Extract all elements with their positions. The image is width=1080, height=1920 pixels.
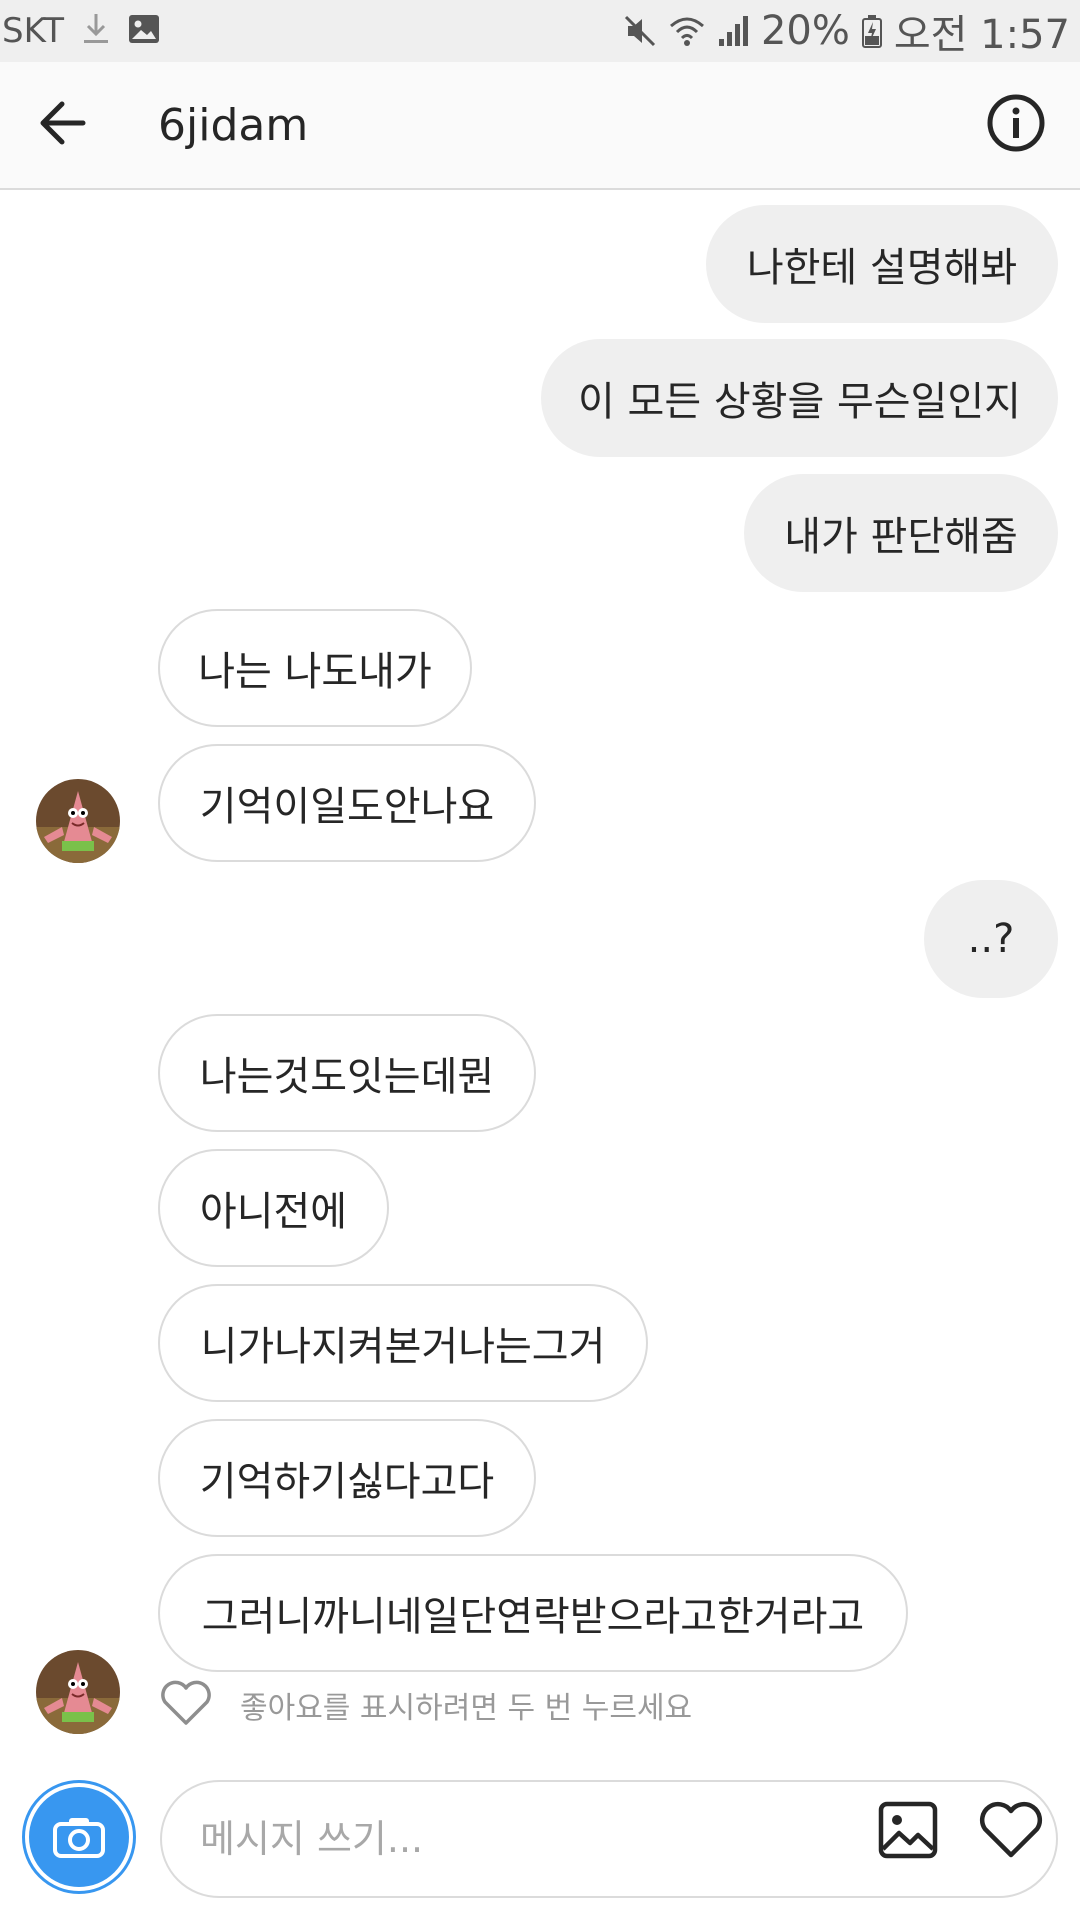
chat-header: 6jidam <box>0 62 1080 190</box>
back-arrow-icon <box>38 101 86 149</box>
like-hint: 좋아요를 표시하려면 두 번 누르세요 <box>160 1680 692 1730</box>
message-bubble-outgoing[interactable]: 나한테 설명해봐 <box>706 205 1058 323</box>
message-bubble-incoming[interactable]: 기억이일도안나요 <box>158 744 536 862</box>
clock: 오전 1:57 <box>893 12 1070 58</box>
image-notification-icon <box>128 14 160 48</box>
gallery-button[interactable] <box>876 1800 940 1864</box>
sender-avatar[interactable] <box>36 1650 120 1734</box>
message-bubble-outgoing[interactable]: ..? <box>924 880 1058 998</box>
message-composer <box>0 1774 1080 1920</box>
mute-icon <box>623 14 657 48</box>
message-bubble-incoming[interactable]: 니가나지켜본거나는그거 <box>158 1284 648 1402</box>
camera-button[interactable] <box>22 1780 136 1894</box>
signal-icon <box>717 15 749 47</box>
heart-icon <box>979 1801 1043 1863</box>
camera-icon <box>29 1787 129 1887</box>
avatar-image <box>36 779 120 863</box>
gallery-icon <box>878 1801 938 1863</box>
message-bubble-incoming[interactable]: 기억하기싫다고다 <box>158 1419 536 1537</box>
download-icon <box>82 12 110 50</box>
avatar-image <box>36 1650 120 1734</box>
message-input[interactable] <box>200 1817 800 1861</box>
message-bubble-incoming[interactable]: 그러니까니네일단연락받으라고한거라고 <box>158 1554 908 1672</box>
conversation-title[interactable]: 6jidam <box>158 100 308 151</box>
back-button[interactable] <box>0 61 124 189</box>
message-bubble-incoming[interactable]: 나는 나도내가 <box>158 609 472 727</box>
like-button[interactable] <box>978 1800 1044 1864</box>
carrier-label: SKT <box>2 11 65 51</box>
wifi-icon <box>669 14 705 48</box>
battery-percent: 20% <box>760 8 850 54</box>
message-bubble-outgoing[interactable]: 이 모든 상황을 무슨일인지 <box>541 339 1058 457</box>
info-button[interactable] <box>984 93 1048 157</box>
info-icon <box>986 93 1046 157</box>
message-bubble-incoming[interactable]: 아니전에 <box>158 1149 389 1267</box>
sender-avatar[interactable] <box>36 779 120 863</box>
status-bar: SKT 20% 오전 1:57 <box>0 0 1080 62</box>
heart-outline-icon[interactable] <box>160 1680 212 1730</box>
message-bubble-outgoing[interactable]: 내가 판단해줌 <box>744 474 1058 592</box>
message-bubble-incoming[interactable]: 나는것도잇는데뭔 <box>158 1014 536 1132</box>
like-hint-text: 좋아요를 표시하려면 두 번 누르세요 <box>240 1691 693 1726</box>
battery-icon <box>861 14 882 48</box>
